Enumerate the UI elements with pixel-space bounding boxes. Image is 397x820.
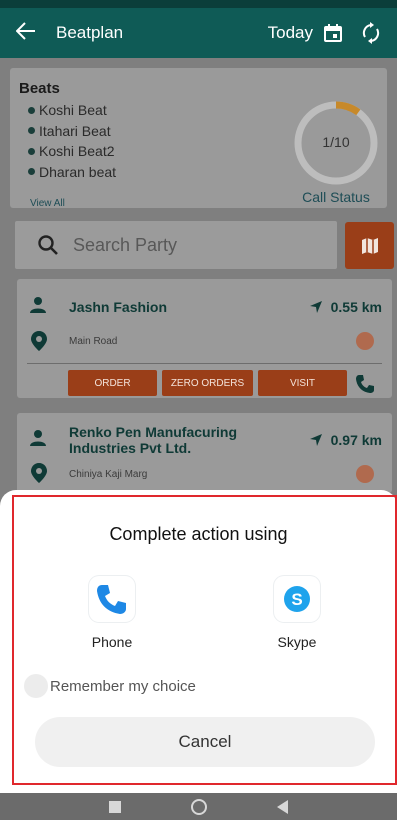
party-name: Renko Pen Manufacuring Industries Pvt Lt…: [69, 424, 238, 456]
beat-list: Koshi Beat Itahari Beat Koshi Beat2 Dhar…: [28, 100, 116, 182]
list-item[interactable]: Itahari Beat: [28, 121, 116, 142]
app-option-skype[interactable]: S Skype: [247, 576, 347, 650]
location-pin-icon: [31, 463, 49, 483]
arrow-left-icon[interactable]: [15, 22, 56, 44]
search-input[interactable]: [73, 234, 313, 256]
search-icon: [37, 234, 59, 256]
call-status-label: Call Status: [302, 189, 370, 205]
party-distance: 0.97 km: [309, 432, 382, 448]
party-card[interactable]: Renko Pen Manufacuring Industries Pvt Lt…: [17, 413, 392, 493]
person-icon: [29, 296, 47, 314]
app-name: Phone: [91, 634, 133, 650]
bullet-icon: [28, 147, 35, 155]
order-button[interactable]: ORDER: [68, 370, 157, 396]
sync-icon[interactable]: [359, 21, 383, 45]
remember-choice[interactable]: Remember my choice: [24, 674, 196, 698]
list-item[interactable]: Koshi Beat2: [28, 141, 116, 162]
beats-card: Beats Koshi Beat Itahari Beat Koshi Beat…: [10, 68, 387, 209]
zero-orders-button[interactable]: ZERO ORDERS: [162, 370, 253, 396]
status-dot: [356, 465, 374, 483]
bullet-icon: [28, 168, 35, 176]
call-status-value: 1/10: [322, 134, 350, 150]
app-option-phone[interactable]: Phone: [62, 576, 162, 650]
navigation-icon: [309, 301, 322, 313]
status-bar: [0, 0, 397, 8]
location-pin-icon: [31, 331, 49, 351]
phone-app-icon: [89, 576, 135, 622]
list-item[interactable]: Koshi Beat: [28, 100, 116, 121]
cancel-button[interactable]: Cancel: [35, 717, 375, 767]
beats-heading: Beats: [19, 80, 60, 97]
remember-label: Remember my choice: [50, 677, 196, 695]
status-dot: [356, 332, 374, 350]
skype-app-icon: S: [274, 576, 320, 622]
map-button[interactable]: [345, 222, 394, 269]
party-card[interactable]: Jashn Fashion 0.55 km Main Road ORDER ZE…: [17, 279, 392, 398]
bullet-icon: [28, 106, 35, 114]
phone-icon[interactable]: [355, 374, 375, 394]
divider: [27, 363, 382, 364]
party-name: Jashn Fashion: [69, 299, 168, 315]
page-title: Beatplan: [56, 23, 124, 42]
date-filter[interactable]: Today: [268, 23, 313, 43]
search-bar: [15, 221, 337, 269]
party-address: Chiniya Kaji Marg: [69, 469, 148, 480]
person-icon: [29, 429, 47, 447]
app-bar: Beatplan Today: [0, 8, 397, 58]
party-distance: 0.55 km: [309, 299, 382, 315]
recents-icon[interactable]: [109, 800, 121, 813]
back-icon[interactable]: [277, 799, 288, 814]
map-icon: [361, 237, 378, 254]
navigation-icon: [309, 434, 322, 446]
remember-checkbox[interactable]: [24, 674, 48, 698]
visit-button[interactable]: VISIT: [258, 370, 347, 396]
chooser-sheet: Complete action using Phone S Skype Reme…: [0, 490, 397, 793]
calendar-icon[interactable]: [321, 21, 345, 45]
chooser-title: Complete action using: [109, 524, 288, 544]
list-item[interactable]: Dharan beat: [28, 162, 116, 183]
system-nav-bar: [0, 793, 397, 820]
party-address: Main Road: [69, 336, 118, 347]
view-all-link[interactable]: View All: [30, 198, 65, 209]
bullet-icon: [28, 127, 35, 135]
app-name: Skype: [277, 634, 317, 650]
svg-text:S: S: [291, 590, 302, 609]
home-icon[interactable]: [191, 798, 207, 815]
